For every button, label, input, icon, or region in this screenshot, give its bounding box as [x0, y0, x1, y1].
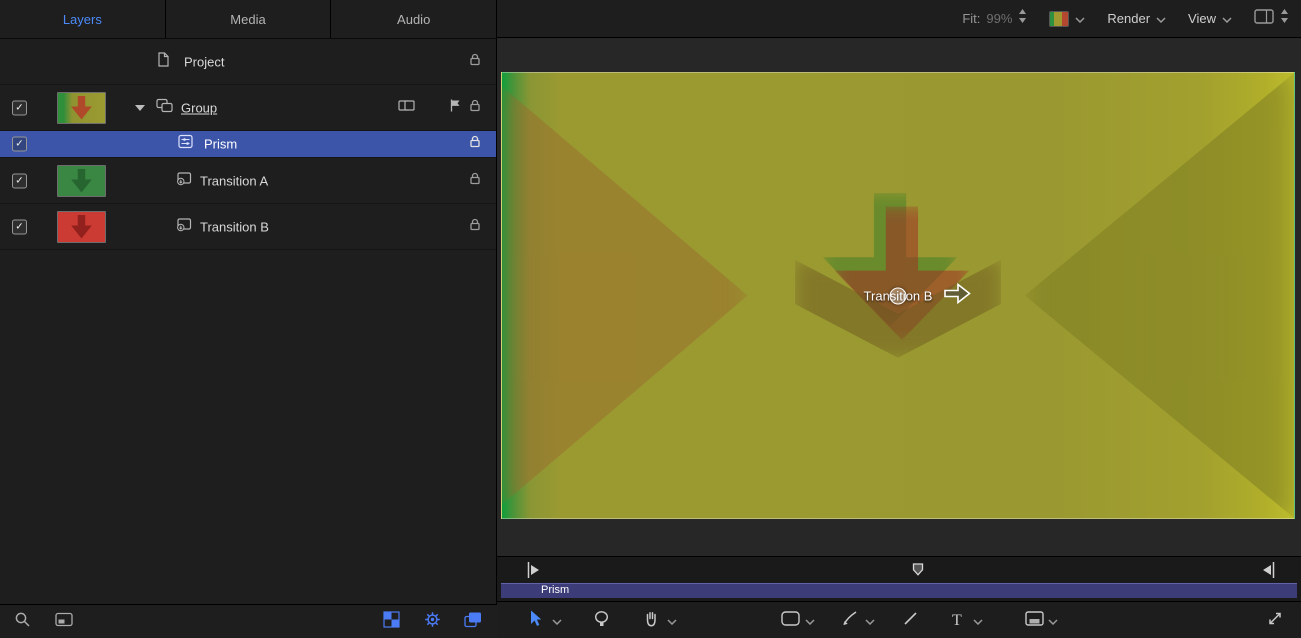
display-layout-control[interactable] [1254, 8, 1289, 29]
display-icon [1254, 9, 1274, 29]
layers-panel-footer [0, 604, 497, 638]
tab-audio[interactable]: Audio [330, 0, 496, 38]
down-arrow-graphic [71, 215, 92, 239]
canvas-toolbar: T [497, 601, 1301, 638]
viewer-toolbar: Fit: 99% Render View [497, 0, 1301, 38]
canvas-area: Transition B [497, 38, 1301, 556]
prism-label: Prism [204, 137, 237, 152]
shape-tool-icon[interactable] [781, 611, 800, 631]
overlap-squares-icon[interactable] [398, 99, 415, 117]
zoom-value: 99% [986, 11, 1012, 26]
out-point-marker[interactable] [1262, 561, 1275, 584]
line-tool-icon[interactable] [903, 611, 918, 631]
color-channel-thumb [1049, 11, 1069, 27]
hand-tool-icon[interactable] [643, 610, 660, 632]
render-menu[interactable]: Render [1107, 10, 1166, 28]
stepper-icon[interactable] [1280, 8, 1289, 29]
render-label: Render [1107, 11, 1150, 26]
chevron-down-icon[interactable] [552, 612, 562, 630]
lock-icon[interactable] [469, 217, 481, 236]
flag-icon[interactable] [449, 98, 462, 117]
stepper-icon[interactable] [1018, 8, 1027, 29]
row-prism-selected[interactable]: ✓ Prism [0, 131, 496, 158]
chevron-down-icon[interactable] [973, 612, 983, 630]
down-arrow-graphic [71, 169, 92, 193]
group-thumbnail[interactable] [57, 92, 106, 124]
transition-b-thumbnail[interactable] [57, 211, 106, 243]
transition-b-checkbox[interactable]: ✓ [12, 219, 27, 234]
text-tool-icon[interactable]: T [952, 612, 962, 630]
mini-timeline: Prism [497, 556, 1301, 602]
group-checkbox[interactable]: ✓ [12, 100, 27, 115]
motion-app-window: Layers Media Audio Project ✓ Group [0, 0, 1301, 638]
lock-icon[interactable] [469, 98, 481, 117]
transition-a-label: Transition A [200, 173, 268, 188]
media-icon [176, 217, 192, 236]
view-label: View [1188, 11, 1216, 26]
viewer-panel: Fit: 99% Render View [497, 0, 1301, 638]
tab-media[interactable]: Media [165, 0, 331, 38]
tab-layers[interactable]: Layers [0, 0, 165, 38]
checkerboard-icon[interactable] [383, 611, 400, 633]
chevron-down-icon [1156, 10, 1166, 28]
transition-a-checkbox[interactable]: ✓ [12, 173, 27, 188]
adjust-tool-icon[interactable] [593, 610, 610, 632]
document-icon [157, 52, 170, 72]
lock-icon[interactable] [469, 135, 481, 154]
transition-b-label: Transition B [200, 219, 269, 234]
search-icon[interactable] [14, 611, 31, 633]
blended-left-triangle [502, 86, 748, 504]
chevron-down-icon [1222, 10, 1232, 28]
media-icon [176, 171, 192, 190]
blended-right-triangle [1025, 73, 1294, 518]
paint-stroke-tool-icon[interactable] [841, 610, 858, 632]
row-transition-a[interactable]: ✓ Transition A [0, 158, 496, 204]
timeline-bar-label: Prism [541, 584, 569, 596]
lock-icon[interactable] [469, 171, 481, 190]
fullscreen-icon[interactable] [1267, 610, 1283, 631]
group-icon [156, 98, 173, 117]
motion-direction-arrow[interactable] [944, 283, 971, 309]
layers-stack-icon[interactable] [464, 612, 482, 633]
chevron-down-icon[interactable] [865, 612, 875, 630]
layers-panel: Layers Media Audio Project ✓ Group [0, 0, 497, 638]
panel-tabbar: Layers Media Audio [0, 0, 496, 39]
timeline-layer-bar[interactable]: Prism [501, 583, 1297, 598]
center-handle[interactable] [890, 287, 907, 304]
chevron-down-icon [1075, 10, 1085, 28]
in-point-marker[interactable] [527, 561, 540, 584]
transition-a-thumbnail[interactable] [57, 165, 106, 197]
layout-tool-icon[interactable] [1025, 611, 1044, 631]
gear-icon[interactable] [424, 611, 441, 633]
fit-label: Fit: [962, 11, 980, 26]
down-arrow-graphic [71, 96, 92, 120]
filter-icon [178, 135, 193, 154]
chevron-down-icon[interactable] [1048, 612, 1058, 630]
lock-icon[interactable] [469, 52, 481, 71]
project-label: Project [184, 54, 224, 69]
canvas-image[interactable]: Transition B [501, 72, 1295, 519]
thumbnail-view-icon[interactable] [55, 612, 73, 632]
row-transition-b[interactable]: ✓ Transition B [0, 204, 496, 250]
playhead-marker[interactable] [912, 563, 924, 581]
channel-select[interactable] [1049, 10, 1085, 28]
zoom-control[interactable]: Fit: 99% [962, 8, 1027, 29]
chevron-down-icon[interactable] [805, 612, 815, 630]
prism-checkbox[interactable]: ✓ [12, 137, 27, 152]
group-label: Group [181, 100, 217, 115]
row-group[interactable]: ✓ Group [0, 85, 496, 131]
row-project[interactable]: Project [0, 39, 496, 85]
disclosure-triangle-icon[interactable] [135, 105, 145, 111]
select-tool-icon[interactable] [527, 609, 542, 632]
chevron-down-icon[interactable] [667, 612, 677, 630]
view-menu[interactable]: View [1188, 10, 1232, 28]
